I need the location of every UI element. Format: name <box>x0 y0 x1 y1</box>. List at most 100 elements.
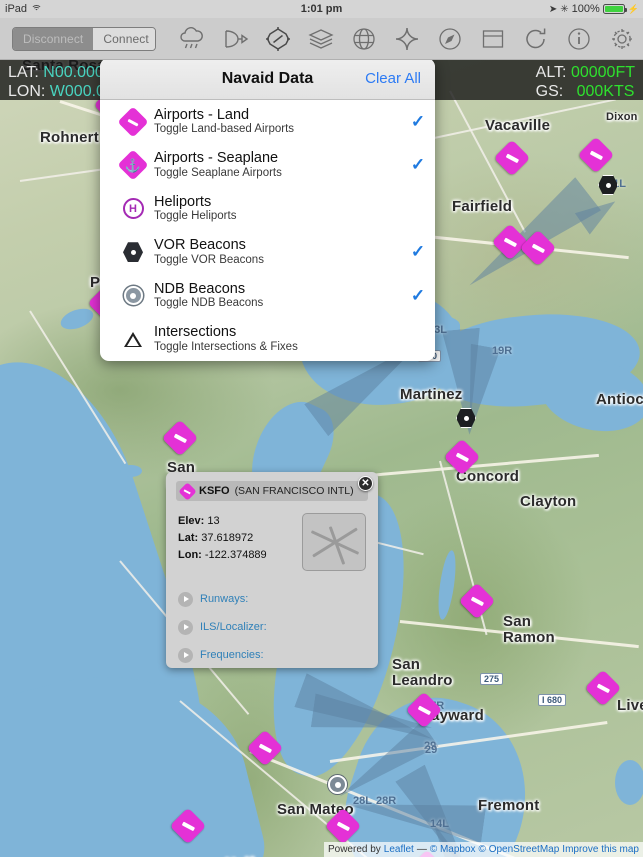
map-marker-airport[interactable] <box>577 136 615 174</box>
airport-land-icon <box>324 807 362 845</box>
attribution-dash: — <box>416 844 427 855</box>
lat-value: 37.618972 <box>201 532 254 545</box>
map-marker-airport[interactable] <box>246 729 284 767</box>
navaid-row-title: Intersections <box>154 324 237 341</box>
lon-value: -122.374889 <box>204 549 267 562</box>
road-shield: I 680 <box>538 694 567 706</box>
main-toolbar: Disconnect Connect <box>0 18 643 60</box>
gear-icon[interactable] <box>600 18 643 60</box>
connect-button[interactable]: Connect <box>93 27 156 50</box>
map-marker-airport[interactable] <box>491 223 529 261</box>
navaid-row-checkmark[interactable]: ✓ <box>401 242 435 262</box>
elev-key: Elev: <box>178 515 205 527</box>
compass-icon[interactable] <box>428 18 471 60</box>
map-runway-label: 28R <box>376 795 397 807</box>
airport-link-ils-localizer[interactable]: ILS/Localizer: <box>178 617 366 637</box>
close-icon[interactable]: ✕ <box>358 476 373 491</box>
map-place-label: Fremont <box>478 797 540 814</box>
refresh-icon[interactable] <box>514 18 557 60</box>
map-place-label: Fairfield <box>452 198 513 215</box>
lon-key: Lon: <box>178 549 202 562</box>
disconnect-button[interactable]: Disconnect <box>13 27 94 50</box>
airport-land-icon <box>584 669 622 707</box>
attribution-prefix: Powered by <box>327 844 381 855</box>
layers-icon[interactable] <box>299 18 342 60</box>
navaid-row-heliport[interactable]: HHeliportsToggle Heliports✓ <box>100 187 435 231</box>
gs-value: 000KTS <box>576 83 635 100</box>
navaid-row-title: Heliports <box>154 193 212 210</box>
navaid-row-subtitle: Toggle NDB Beacons <box>154 297 264 310</box>
navaid-row-checkmark[interactable]: ✓ <box>401 286 435 306</box>
navaid-row-vor-beacon[interactable]: VOR Beacons Toggle VOR Beacons ✓ <box>100 231 435 275</box>
map-marker-airport[interactable] <box>519 229 557 267</box>
weather-icon[interactable] <box>170 18 213 60</box>
map-marker-vor[interactable] <box>598 175 618 195</box>
map-marker-airport[interactable] <box>161 419 199 457</box>
navaid-icon[interactable] <box>256 18 299 60</box>
clear-all-button[interactable]: Clear All <box>365 70 421 87</box>
navaid-row-subtitle: Toggle VOR Beacons <box>154 253 264 266</box>
map-runway-label: 28L <box>353 795 372 807</box>
runway-diagram <box>302 513 366 571</box>
alt-value: 00000FT <box>570 64 635 81</box>
map-marker-airport[interactable] <box>324 807 362 845</box>
navaid-row-airport-seaplane[interactable]: ⚓ Airports - Seaplane Toggle Seaplane Airp… <box>100 144 435 188</box>
popover-header: Navaid Data Clear All <box>100 58 435 100</box>
lightning-bolt-icon: ⚡ <box>627 3 639 14</box>
navaid-row-airport-land[interactable]: Airports - Land Toggle Land-based Airport… <box>100 100 435 144</box>
map-marker-ndb[interactable] <box>328 775 347 794</box>
bluetooth-icon: ✳ <box>560 3 569 15</box>
info-icon[interactable] <box>557 18 600 60</box>
map-marker-airport[interactable] <box>584 669 622 707</box>
airport-land-icon <box>112 106 154 138</box>
map-marker-airport[interactable] <box>443 438 481 476</box>
ios-status-bar: iPad 1:01 pm ➤ ✳ 100% ⚡ <box>0 0 643 18</box>
sparkle-icon[interactable] <box>385 18 428 60</box>
altitude-speed-readout: ALT: 00000FT GS: 000KTS <box>536 63 635 101</box>
disclosure-triangle-icon <box>178 591 193 607</box>
osm-link[interactable]: © OpenStreetMap <box>479 844 560 855</box>
map-marker-airport[interactable] <box>169 807 207 845</box>
navaid-row-ndb-beacon[interactable]: NDB Beacons Toggle NDB Beacons ✓ <box>100 274 435 318</box>
globe-icon[interactable] <box>342 18 385 60</box>
road-shield: 275 <box>480 673 504 685</box>
navaid-row-checkmark[interactable]: ✓ <box>401 112 435 132</box>
lon-key: LON: <box>8 83 46 100</box>
battery-full-icon <box>602 4 627 14</box>
water-body <box>615 760 643 805</box>
navaid-row-title: Airports - Seaplane <box>154 150 279 167</box>
map-runway-label: 19R <box>492 345 513 357</box>
map-attribution: Powered by Leaflet — © Mapbox © OpenStre… <box>323 842 643 857</box>
connection-segmented-control[interactable]: Disconnect Connect <box>12 26 157 51</box>
airport-land-icon <box>577 136 615 174</box>
window-icon[interactable] <box>471 18 514 60</box>
airport-land-icon <box>458 582 496 620</box>
navaid-row-checkmark[interactable]: ✓ <box>401 155 435 175</box>
navaid-data-popover: Navaid Data Clear All Airports - Land Tog… <box>100 58 435 361</box>
airport-detail-links: Runways: ILS/Localizer: Frequencies: <box>166 571 378 665</box>
map-marker-vor[interactable] <box>456 408 476 428</box>
lat-key: Lat: <box>178 532 199 545</box>
airport-link-label: Runways: <box>200 593 249 605</box>
alt-key: ALT: <box>535 64 567 81</box>
battery-percent-label: 100% <box>571 3 600 15</box>
map-place-label: Martinez <box>400 386 463 403</box>
navaid-row-intersection[interactable]: Intersections Toggle Intersections & Fixe… <box>100 318 435 362</box>
lat-key: LAT: <box>8 64 39 81</box>
leaflet-link[interactable]: Leaflet <box>384 844 414 855</box>
map-marker-airport[interactable] <box>458 582 496 620</box>
map-marker-airport[interactable] <box>493 139 531 177</box>
navaid-row-subtitle: Toggle Land-based Airports <box>154 123 295 136</box>
map-place-label: Liver <box>617 697 643 714</box>
map-place-label: San Leandro <box>392 656 453 689</box>
airport-link-runways[interactable]: Runways: <box>178 589 366 609</box>
map-marker-airport[interactable] <box>405 691 443 729</box>
vor-beacon-icon <box>112 242 154 263</box>
airport-link-frequencies[interactable]: Frequencies: <box>178 645 366 665</box>
improve-map-link[interactable]: Improve this map <box>562 844 639 855</box>
aircraft-icon[interactable] <box>213 18 256 60</box>
navaid-row-subtitle: Toggle Intersections & Fixes <box>154 340 298 353</box>
airport-land-icon <box>405 691 443 729</box>
mapbox-link[interactable]: © Mapbox <box>430 844 476 855</box>
airport-info-panel: ✕ KSFO (SAN FRANCISCO INTL) Elev: 13 Lat… <box>166 472 378 668</box>
